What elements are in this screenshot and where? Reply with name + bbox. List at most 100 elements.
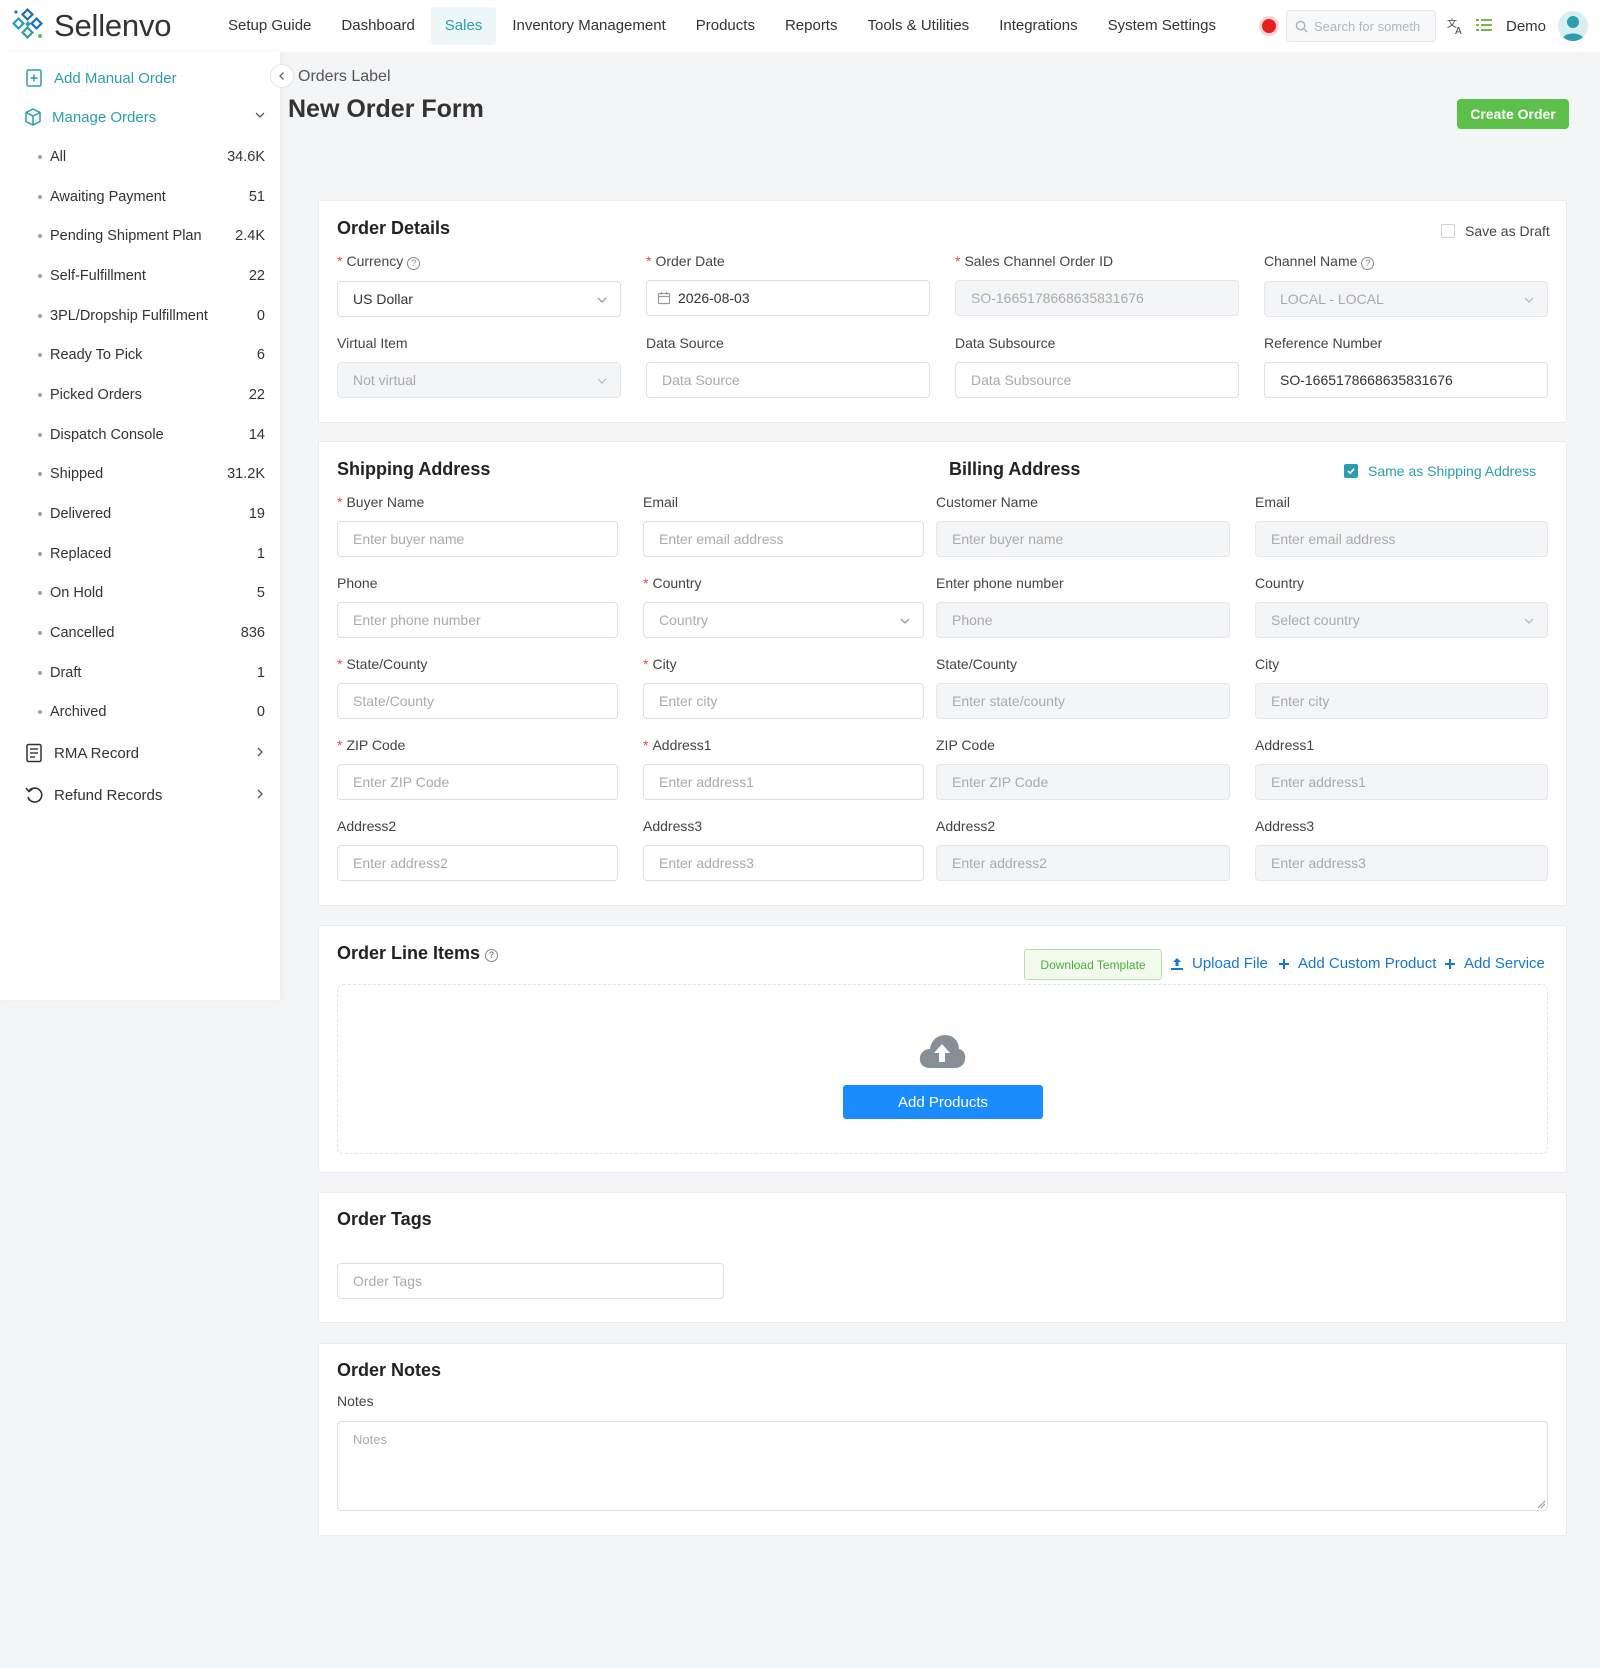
sidebar-item-shipped[interactable]: Shipped 31.2K	[0, 455, 280, 495]
nav-integrations[interactable]: Integrations	[985, 7, 1091, 45]
sidebar-item-label: Shipped	[50, 466, 104, 483]
shipping-state-placeholder: State/County	[353, 693, 434, 709]
bullet-dot	[38, 512, 42, 517]
upload-file-button[interactable]: Upload File	[1170, 955, 1268, 972]
sidebar-item-all[interactable]: All 34.6K	[0, 137, 280, 177]
order-tags-input[interactable]: Order Tags	[337, 1263, 724, 1299]
billing-address3-label: Address3	[1255, 818, 1315, 834]
sidebar-item-ready-to-pick[interactable]: Ready To Pick 6	[0, 335, 280, 375]
sidebar-refund-records[interactable]: Refund Records	[0, 774, 280, 816]
sidebar-item-dispatch-console[interactable]: Dispatch Console 14	[0, 415, 280, 455]
sidebar-item-cancelled[interactable]: Cancelled 836	[0, 613, 280, 653]
save-as-draft-checkbox[interactable]	[1441, 224, 1455, 238]
order-date-picker[interactable]: 2026-08-03	[646, 280, 930, 316]
sidebar-item-count: 14	[248, 426, 265, 443]
shipping-state-input[interactable]: State/County	[337, 683, 618, 719]
virtual-item-label: Virtual Item	[337, 335, 408, 351]
shipping-city-input[interactable]: Enter city	[643, 683, 924, 719]
translate-icon[interactable]: 文A	[1444, 14, 1468, 38]
billing-email-placeholder: Enter email address	[1271, 531, 1396, 547]
sidebar-item-delivered[interactable]: Delivered 19	[0, 494, 280, 534]
sidebar-item-on-hold[interactable]: On Hold 5	[0, 574, 280, 614]
user-avatar[interactable]	[1558, 11, 1588, 41]
shipping-address2-input[interactable]: Enter address2	[337, 845, 618, 881]
nav-system-settings[interactable]: System Settings	[1094, 7, 1230, 45]
nav-products[interactable]: Products	[682, 7, 769, 45]
sidebar-rma-record[interactable]: RMA Record	[0, 732, 280, 774]
sidebar-item-picked-orders[interactable]: Picked Orders 22	[0, 375, 280, 415]
bullet-dot	[38, 551, 42, 556]
bullet-dot	[38, 710, 42, 715]
shipping-country-select[interactable]: Country	[643, 602, 924, 638]
sidebar-rma-record-label: RMA Record	[54, 744, 140, 762]
sidebar-item-self-fulfillment[interactable]: Self-Fulfillment 22	[0, 256, 280, 296]
data-subsource-input[interactable]: Data Subsource	[955, 362, 1239, 398]
billing-state-label: State/County	[936, 656, 1017, 672]
save-as-draft-label: Save as Draft	[1465, 223, 1550, 239]
task-list-icon[interactable]	[1472, 14, 1496, 38]
sidebar-item-pending-shipment-plan[interactable]: Pending Shipment Plan 2.4K	[0, 216, 280, 256]
shipping-email-input[interactable]: Enter email address	[643, 521, 924, 557]
resize-handle-icon[interactable]	[1537, 1500, 1546, 1509]
sidebar-item-awaiting-payment[interactable]: Awaiting Payment 51	[0, 177, 280, 217]
data-source-input[interactable]: Data Source	[646, 362, 930, 398]
buyer-name-input[interactable]: Enter buyer name	[337, 521, 618, 557]
shipping-zip-input[interactable]: Enter ZIP Code	[337, 764, 618, 800]
shipping-zip-label: * ZIP Code	[337, 737, 406, 753]
shipping-phone-input[interactable]: Enter phone number	[337, 602, 618, 638]
download-template-button[interactable]: Download Template	[1024, 949, 1162, 980]
billing-email-input: Enter email address	[1255, 521, 1548, 557]
order-details-title: Order Details	[337, 218, 451, 238]
shipping-address3-label: Address3	[643, 818, 703, 834]
sidebar-collapse-button[interactable]	[270, 64, 294, 88]
nav-setup-guide[interactable]: Setup Guide	[214, 7, 325, 45]
help-icon[interactable]: ?	[1361, 257, 1375, 270]
billing-phone-input: Phone	[936, 602, 1230, 638]
order-tags-card	[318, 1192, 1567, 1323]
add-products-button[interactable]: Add Products	[843, 1085, 1043, 1119]
help-icon[interactable]: ?	[407, 257, 421, 270]
currency-select[interactable]: US Dollar	[337, 281, 621, 317]
shipping-address1-input[interactable]: Enter address1	[643, 764, 924, 800]
reference-number-input[interactable]: SO-1665178668635831676	[1264, 362, 1548, 398]
shipping-address1-label: * Address1	[643, 737, 712, 753]
nav-sales[interactable]: Sales	[430, 7, 497, 45]
billing-phone-placeholder: Phone	[952, 612, 993, 628]
breadcrumb[interactable]: Orders Label	[298, 68, 391, 86]
add-custom-product-button[interactable]: Add Custom Product	[1278, 955, 1436, 972]
sidebar-item-label: Pending Shipment Plan	[50, 228, 202, 245]
virtual-item-value: Not virtual	[353, 372, 417, 388]
nav-tools-utilities[interactable]: Tools & Utilities	[853, 7, 983, 45]
recording-indicator-icon[interactable]	[1261, 19, 1276, 33]
same-as-shipping-checkbox[interactable]	[1344, 464, 1358, 478]
brand-logo[interactable]: Sellenvo	[12, 8, 202, 44]
create-order-button[interactable]: Create Order	[1457, 99, 1569, 129]
help-icon[interactable]: ?	[485, 949, 499, 962]
sales-channel-order-id-value: SO-1665178668635831676	[971, 290, 1144, 306]
user-name[interactable]: Demo	[1506, 18, 1546, 35]
global-search-input[interactable]: Search for someth	[1285, 10, 1436, 42]
sidebar-item-draft[interactable]: Draft 1	[0, 653, 280, 693]
data-source-placeholder: Data Source	[662, 372, 740, 388]
bullet-dot	[38, 313, 42, 318]
sidebar-manage-orders[interactable]: Manage Orders	[0, 97, 280, 137]
bullet-dot	[38, 273, 42, 278]
nav-reports[interactable]: Reports	[771, 7, 852, 45]
chevron-down-icon	[1524, 618, 1534, 624]
nav-inventory-management[interactable]: Inventory Management	[498, 7, 679, 45]
sidebar-add-manual-order[interactable]: Add Manual Order	[0, 59, 280, 97]
same-as-shipping-label[interactable]: Same as Shipping Address	[1368, 463, 1536, 479]
sidebar-item-archived[interactable]: Archived 0	[0, 693, 280, 733]
shipping-state-label: * State/County	[337, 656, 428, 672]
sidebar-item-count: 0	[256, 704, 265, 721]
chevron-left-icon	[279, 72, 284, 80]
nav-dashboard[interactable]: Dashboard	[327, 7, 428, 45]
add-service-button[interactable]: Add Service	[1444, 955, 1545, 972]
shipping-address3-input[interactable]: Enter address3	[643, 845, 924, 881]
shipping-address2-placeholder: Enter address2	[353, 855, 448, 871]
order-tags-title: Order Tags	[337, 1209, 432, 1229]
chevron-down-icon	[900, 618, 910, 624]
sidebar-item-replaced[interactable]: Replaced 1	[0, 534, 280, 574]
notes-textarea[interactable]: Notes	[337, 1421, 1548, 1511]
sidebar-item-3pl-dropship[interactable]: 3PL/Dropship Fulfillment 0	[0, 296, 280, 336]
